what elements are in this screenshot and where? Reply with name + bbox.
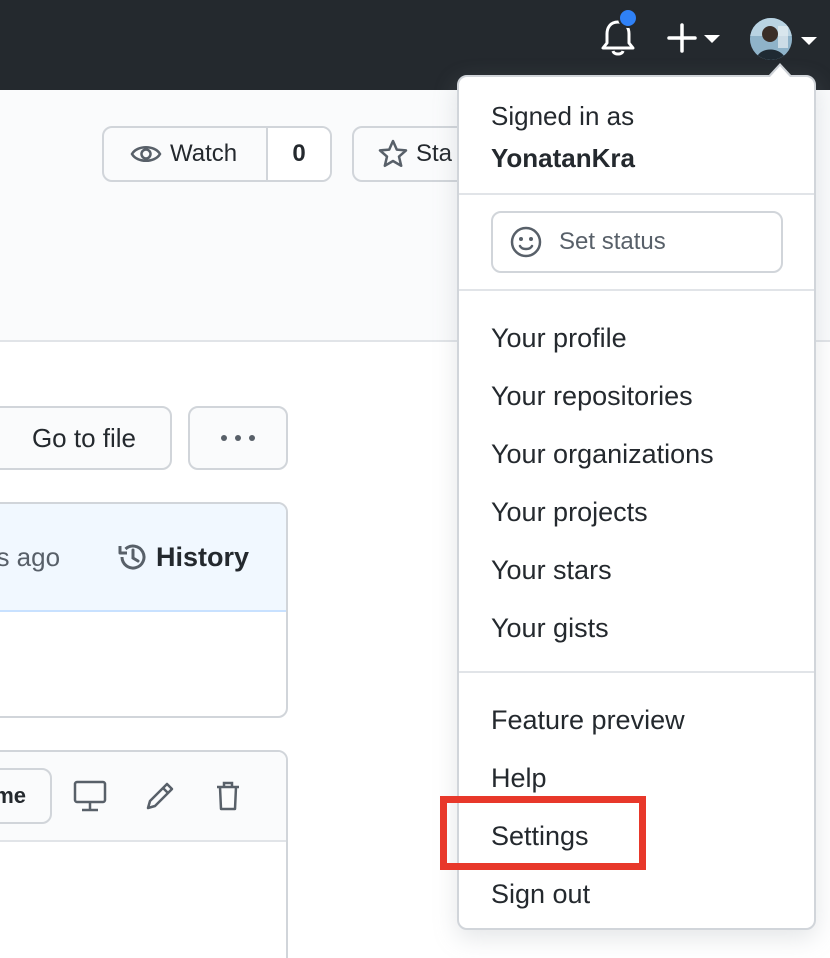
menu-item-your-projects[interactable]: Your projects (491, 497, 648, 528)
menu-caret-fill (770, 66, 790, 77)
set-status-button[interactable]: Set status (491, 211, 783, 273)
menu-item-sign-out[interactable]: Sign out (491, 879, 590, 910)
watch-button-group: Watch 0 (102, 126, 332, 182)
signed-in-label: Signed in as (491, 101, 635, 131)
menu-item-your-gists[interactable]: Your gists (491, 613, 609, 644)
watch-label: Watch (170, 140, 238, 167)
menu-item-feature-preview[interactable]: Feature preview (491, 705, 685, 736)
signed-in-username: YonatanKra (491, 143, 635, 173)
eye-icon (130, 146, 162, 162)
star-icon (378, 139, 408, 168)
menu-item-your-repositories[interactable]: Your repositories (491, 381, 693, 412)
notification-indicator (618, 8, 638, 28)
file-header: me (0, 752, 286, 842)
watch-button[interactable]: Watch (104, 128, 268, 180)
set-status-label: Set status (559, 228, 666, 255)
history-icon (118, 544, 146, 570)
kebab-horizontal-icon (221, 435, 255, 441)
file-viewer-box: me (0, 750, 288, 958)
menu-item-your-profile[interactable]: Your profile (491, 323, 627, 354)
commit-time: es ago (0, 542, 61, 572)
create-new-button[interactable] (666, 20, 722, 56)
more-options-button[interactable] (188, 406, 288, 470)
pencil-icon[interactable] (142, 778, 178, 814)
latest-commit-box: es ago History (0, 502, 288, 718)
history-link[interactable]: History (116, 540, 249, 574)
desktop-icon[interactable] (72, 778, 108, 814)
trash-icon[interactable] (210, 778, 246, 814)
watch-count[interactable]: 0 (268, 128, 330, 180)
file-action-button[interactable]: me (0, 768, 52, 824)
menu-divider (459, 671, 814, 673)
commit-header: es ago History (0, 504, 286, 612)
settings-highlight-box (440, 796, 646, 870)
smiley-icon (510, 226, 542, 258)
menu-divider (459, 289, 814, 291)
star-label: Sta (416, 140, 453, 167)
menu-item-your-organizations[interactable]: Your organizations (491, 439, 714, 470)
history-label: History (156, 541, 250, 572)
menu-item-help[interactable]: Help (491, 763, 547, 794)
user-menu-button[interactable] (750, 18, 822, 60)
menu-item-your-stars[interactable]: Your stars (491, 555, 612, 586)
menu-divider (459, 193, 814, 195)
avatar[interactable] (750, 18, 792, 60)
go-to-file-button[interactable]: Go to file (0, 406, 172, 470)
